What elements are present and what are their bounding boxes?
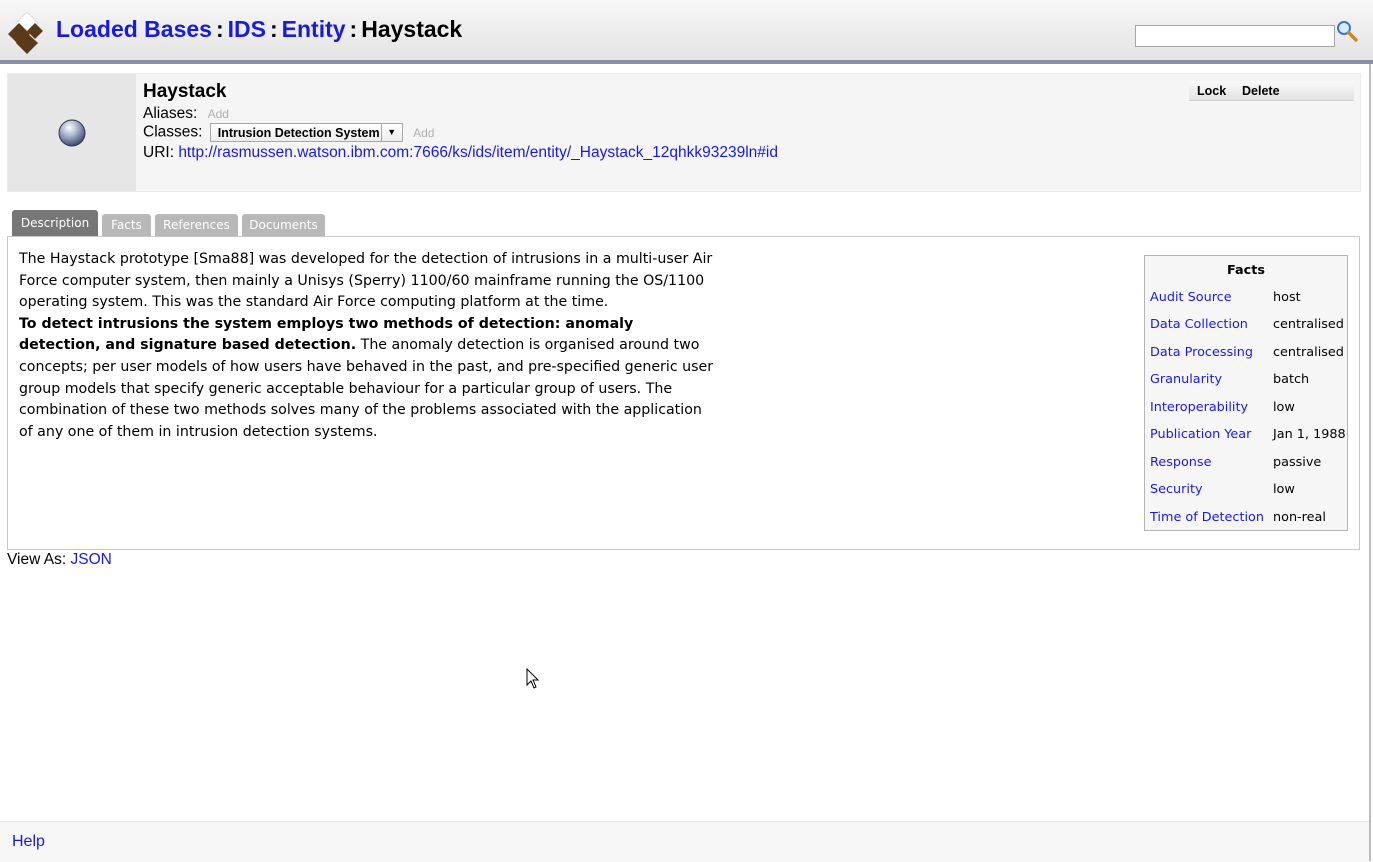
add-class-button[interactable]: Add	[413, 126, 434, 140]
breadcrumb: Loaded Bases: IDS: Entity: Haystack	[56, 16, 462, 43]
fact-value: passive	[1273, 455, 1322, 470]
delete-button[interactable]: Delete	[1242, 84, 1280, 98]
view-as-label: View As:	[7, 551, 67, 568]
fact-key[interactable]: Data Processing	[1150, 345, 1253, 360]
breadcrumb-current: Haystack	[361, 16, 463, 42]
tab-references[interactable]: References	[155, 214, 238, 236]
description-panel: The Haystack prototype [Sma88] was devel…	[7, 236, 1360, 550]
fact-value: low	[1273, 400, 1295, 415]
facts-title: Facts	[1227, 263, 1265, 278]
facts-box: Facts Audit Source host Data Collection …	[1144, 255, 1348, 531]
aliases-label: Aliases:	[143, 105, 198, 122]
app-header: Loaded Bases: IDS: Entity: Haystack	[0, 0, 1373, 64]
view-as: View As: JSON	[7, 551, 112, 569]
entity-thumbnail	[8, 74, 136, 191]
uri-link[interactable]: http://rasmussen.watson.ibm.com:7666/ks/…	[178, 144, 778, 161]
tab-documents[interactable]: Documents	[242, 214, 325, 236]
description-intro: The Haystack prototype [Sma88] was devel…	[19, 251, 713, 311]
scrollbar-edge[interactable]	[1369, 64, 1371, 861]
fact-value: non-real	[1273, 510, 1326, 525]
search-input[interactable]	[1135, 25, 1335, 47]
breadcrumb-separator: :	[349, 16, 358, 42]
fact-value: host	[1273, 290, 1301, 305]
entity-orb-icon	[58, 119, 86, 147]
breadcrumb-separator: :	[269, 16, 278, 42]
classes-row: Classes: Intrusion Detection System ▼ Ad…	[143, 123, 434, 142]
lock-button[interactable]: Lock	[1197, 84, 1226, 98]
classes-label: Classes:	[143, 123, 203, 141]
class-select[interactable]: Intrusion Detection System ▼	[209, 123, 403, 142]
class-select-value: Intrusion Detection System	[217, 126, 380, 140]
fact-key[interactable]: Time of Detection	[1150, 510, 1264, 525]
breadcrumb-loaded-bases[interactable]: Loaded Bases	[56, 16, 212, 42]
entity-actions: Lock Delete	[1189, 81, 1354, 101]
fact-value: low	[1273, 482, 1295, 497]
add-alias-button[interactable]: Add	[208, 107, 229, 121]
mouse-cursor-icon	[526, 668, 540, 689]
fact-value: centralised	[1273, 317, 1344, 332]
tab-description[interactable]: Description	[12, 210, 98, 236]
help-link[interactable]: Help	[12, 833, 45, 851]
fact-value: batch	[1273, 372, 1310, 387]
fact-value: Jan 1, 1988	[1273, 427, 1346, 442]
fact-key[interactable]: Data Collection	[1150, 317, 1248, 332]
entity-summary: Haystack Aliases: Add Classes: Intrusion…	[7, 73, 1361, 192]
fact-key[interactable]: Publication Year	[1150, 427, 1251, 442]
description-text: The Haystack prototype [Sma88] was devel…	[19, 249, 719, 443]
fact-key[interactable]: Interoperability	[1150, 400, 1248, 415]
chevron-down-icon[interactable]: ▼	[380, 124, 402, 141]
fact-key[interactable]: Security	[1150, 482, 1203, 497]
entity-title: Haystack	[143, 81, 227, 102]
search-icon[interactable]	[1336, 20, 1358, 42]
breadcrumb-ids[interactable]: IDS	[228, 16, 266, 42]
app-logo-icon[interactable]	[8, 12, 46, 54]
fact-key[interactable]: Audit Source	[1150, 290, 1232, 305]
uri-row: URI: http://rasmussen.watson.ibm.com:766…	[143, 144, 778, 162]
aliases-row: Aliases: Add	[143, 105, 229, 123]
breadcrumb-entity[interactable]: Entity	[282, 16, 346, 42]
breadcrumb-separator: :	[215, 16, 224, 42]
fact-value: centralised	[1273, 345, 1344, 360]
fact-key[interactable]: Response	[1150, 455, 1211, 470]
fact-key[interactable]: Granularity	[1150, 372, 1222, 387]
tab-facts[interactable]: Facts	[102, 214, 151, 236]
json-link[interactable]: JSON	[70, 551, 111, 568]
uri-label: URI:	[143, 144, 174, 161]
footer: Help	[0, 821, 1369, 862]
